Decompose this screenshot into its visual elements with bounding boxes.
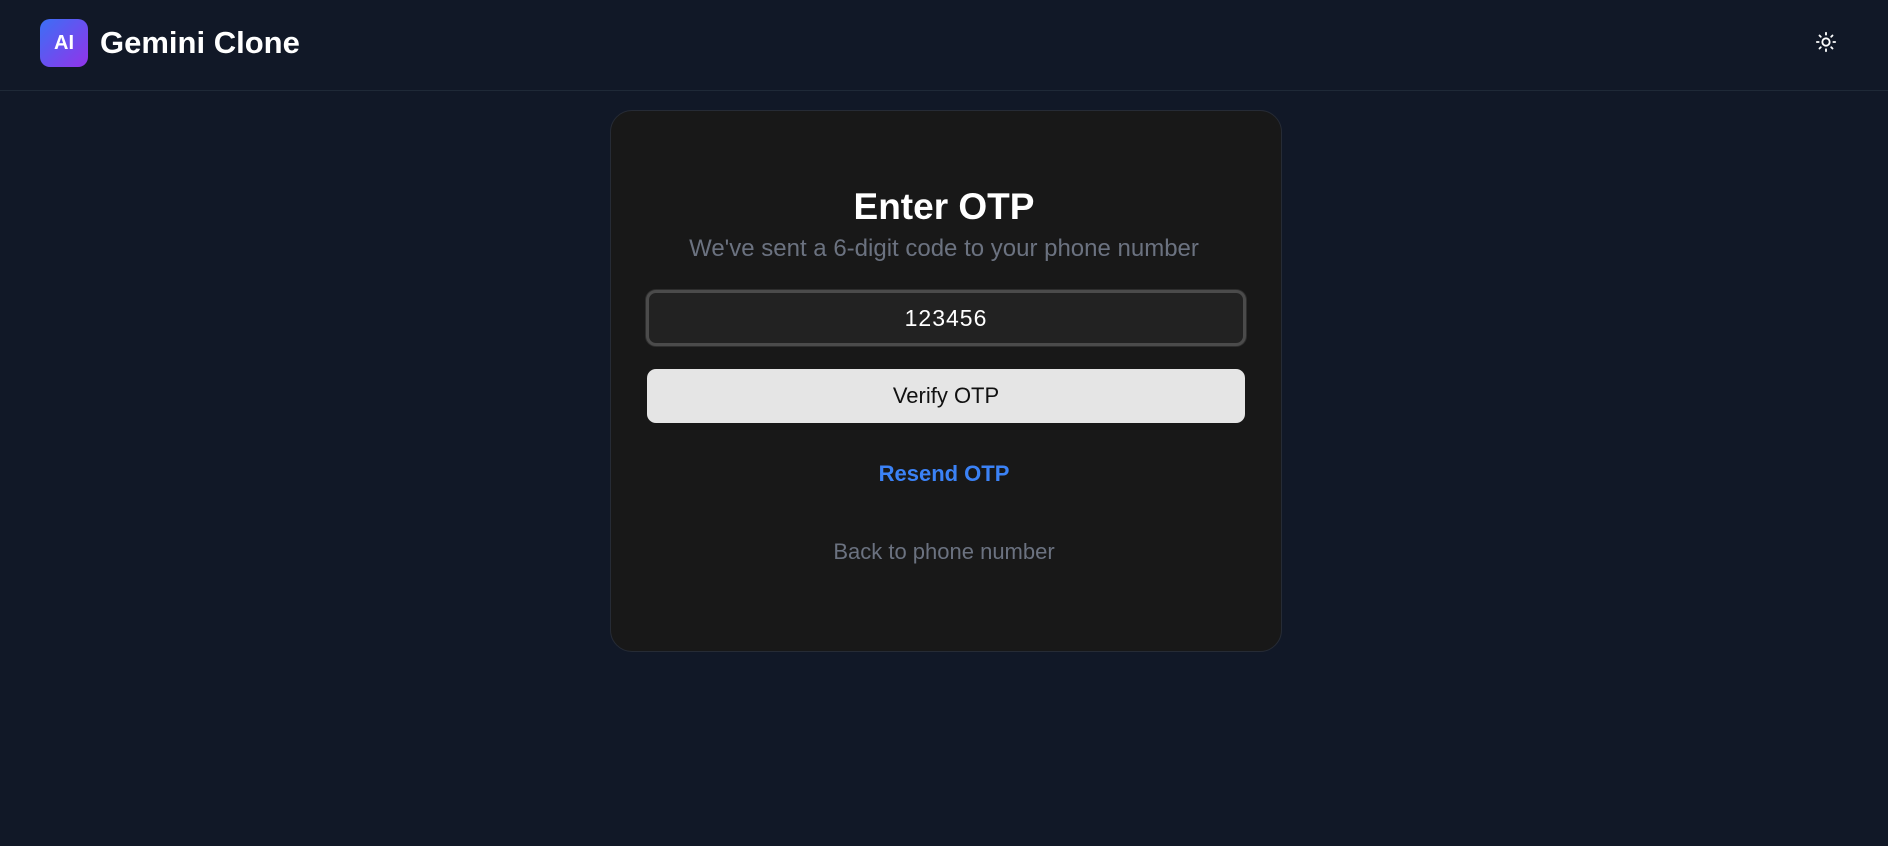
back-row: Back to phone number bbox=[0, 537, 1888, 567]
app-logo: AI bbox=[40, 19, 88, 67]
theme-toggle-button[interactable] bbox=[1810, 26, 1842, 58]
back-to-phone-link[interactable]: Back to phone number bbox=[833, 539, 1054, 564]
sun-icon bbox=[1815, 31, 1837, 53]
app-title: Gemini Clone bbox=[100, 25, 300, 60]
otp-input[interactable] bbox=[646, 290, 1246, 346]
otp-title: Enter OTP bbox=[853, 186, 1035, 227]
otp-subtitle: We've sent a 6-digit code to your phone … bbox=[689, 235, 1199, 262]
resend-otp-link[interactable]: Resend OTP bbox=[879, 461, 1010, 486]
verify-otp-button[interactable]: Verify OTP bbox=[647, 369, 1245, 423]
logo-text: AI bbox=[54, 31, 74, 54]
app-header: AI Gemini Clone bbox=[0, 0, 1888, 91]
resend-otp-row: Resend OTP bbox=[0, 459, 1888, 489]
